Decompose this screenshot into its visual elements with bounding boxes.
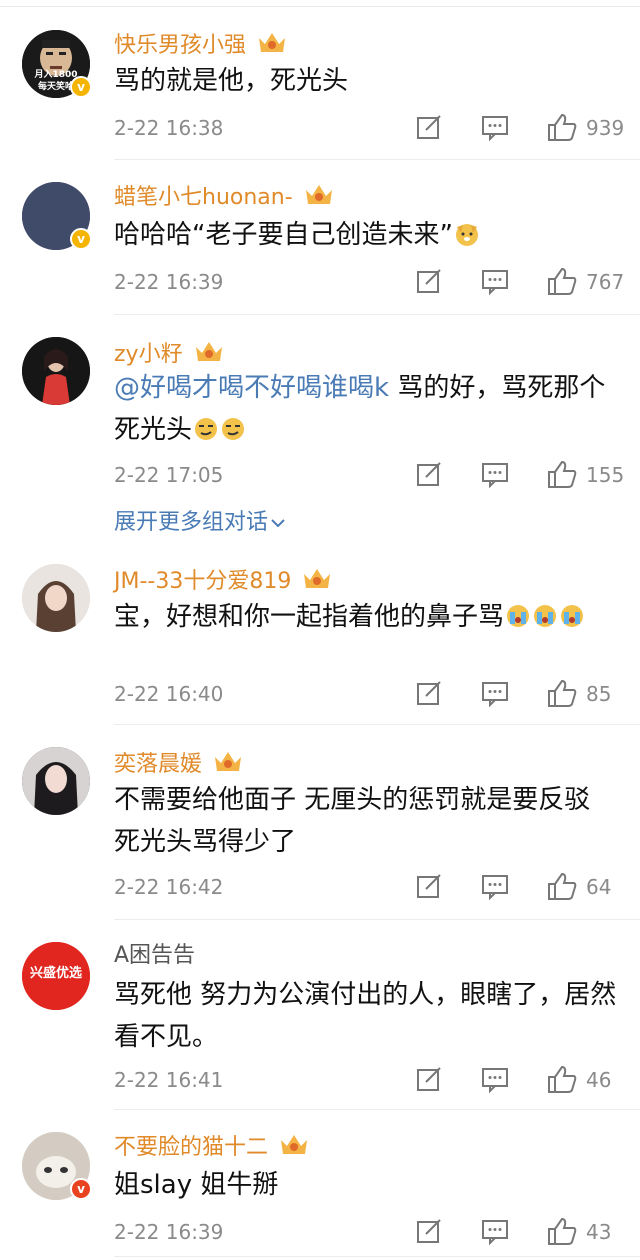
comment-icon[interactable] bbox=[480, 1216, 510, 1246]
crown-badge-icon bbox=[281, 1135, 308, 1154]
like-count: 767 bbox=[586, 270, 625, 294]
edit-share-icon[interactable] bbox=[414, 871, 444, 901]
comment-text: @好喝才喝不好喝谁喝k 骂的好，骂死那个死光头 bbox=[114, 373, 606, 445]
edit-share-icon[interactable] bbox=[414, 112, 444, 142]
doge-emoji-icon bbox=[455, 224, 478, 246]
crown-badge-icon bbox=[305, 185, 332, 204]
comment-meta: 2-22 17:05 155 bbox=[114, 459, 624, 491]
avatar[interactable] bbox=[22, 564, 90, 632]
comment-meta: 2-22 16:40 85 bbox=[114, 678, 620, 710]
username[interactable]: 快乐男孩小强 bbox=[114, 30, 287, 60]
crying-emoji-icon bbox=[534, 605, 557, 627]
comment-text: 骂死他 努力为公演付出的人，眼瞎了，居然看不见。 bbox=[114, 980, 617, 1052]
comment-time: 2-22 16:39 bbox=[114, 1220, 224, 1244]
like-count: 939 bbox=[586, 116, 625, 140]
thumbs-up-icon[interactable] bbox=[546, 459, 578, 489]
verified-v-icon: v bbox=[70, 228, 92, 250]
username[interactable]: JM--33十分爱819 bbox=[114, 566, 332, 596]
comment-icon[interactable] bbox=[480, 871, 510, 901]
comment-text: 骂的就是他，死光头 bbox=[114, 66, 349, 96]
crown-badge-icon bbox=[259, 33, 286, 52]
thumbs-up-icon[interactable] bbox=[546, 266, 578, 296]
crying-emoji-icon bbox=[507, 605, 530, 627]
verified-v-icon: v bbox=[70, 76, 92, 98]
comment-text: 宝，好想和你一起指着他的鼻子骂 bbox=[114, 596, 620, 638]
comment-item: v 不要脸的猫十二 姐slay 姐牛掰 2-22 16:39 43 bbox=[0, 1110, 640, 1260]
divider bbox=[114, 1256, 640, 1257]
comment-time: 2-22 17:05 bbox=[114, 463, 224, 487]
expand-conversation-link[interactable]: 展开更多组对话 bbox=[114, 509, 286, 537]
verified-v-icon: v bbox=[70, 1178, 92, 1200]
thumbs-up-icon[interactable] bbox=[546, 1216, 578, 1246]
comment-text: 哈哈哈“老子要自己创造未来” bbox=[114, 214, 620, 256]
thumbs-up-icon[interactable] bbox=[546, 112, 578, 142]
crown-badge-icon bbox=[304, 569, 331, 588]
like-count: 155 bbox=[586, 463, 625, 487]
crown-badge-icon bbox=[195, 342, 222, 361]
comment-meta: 2-22 16:39 43 bbox=[114, 1216, 620, 1248]
edit-share-icon[interactable] bbox=[414, 459, 444, 489]
avatar-image bbox=[22, 747, 90, 815]
like-count: 46 bbox=[586, 1068, 612, 1092]
comment-item: zy小籽 @好喝才喝不好喝谁喝k 骂的好，骂死那个死光头 2-22 17:05 … bbox=[0, 315, 640, 550]
crown-badge-icon bbox=[215, 752, 242, 771]
edit-share-icon[interactable] bbox=[414, 1216, 444, 1246]
comment-time: 2-22 16:38 bbox=[114, 116, 224, 140]
like-count: 43 bbox=[586, 1220, 612, 1244]
edit-share-icon[interactable] bbox=[414, 266, 444, 296]
avatar-image bbox=[22, 337, 90, 405]
avatar[interactable] bbox=[22, 337, 90, 405]
comment-text: 不需要给他面子 无厘头的惩罚就是要反驳 死光头骂得少了 bbox=[114, 785, 591, 857]
comment-meta: 2-22 16:38 939 bbox=[114, 112, 624, 144]
smirk-emoji-icon bbox=[222, 418, 245, 440]
comment-list: 月入1800 每天笑哈 v 快乐男孩小强 骂的就是他，死光头 2-22 16:3… bbox=[0, 0, 640, 1260]
chevron-down-icon bbox=[271, 519, 285, 528]
username[interactable]: 不要脸的猫十二 bbox=[114, 1132, 309, 1162]
comment-meta: 2-22 16:42 64 bbox=[114, 871, 620, 903]
comment-meta: 2-22 16:41 46 bbox=[114, 1064, 620, 1096]
username[interactable]: zy小籽 bbox=[114, 339, 224, 369]
comment-time: 2-22 16:42 bbox=[114, 875, 224, 899]
comment-meta: 2-22 16:39 767 bbox=[114, 266, 624, 298]
comment-item: 兴盛优选 A困告告 骂死他 努力为公演付出的人，眼瞎了，居然看不见。 2-22 … bbox=[0, 920, 640, 1110]
comment-icon[interactable] bbox=[480, 459, 510, 489]
comment-item: 月入1800 每天笑哈 v 快乐男孩小强 骂的就是他，死光头 2-22 16:3… bbox=[0, 0, 640, 160]
edit-share-icon[interactable] bbox=[414, 1064, 444, 1094]
comment-item: 奕落晨媛 不需要给他面子 无厘头的惩罚就是要反驳 死光头骂得少了 2-22 16… bbox=[0, 725, 640, 920]
comment-icon[interactable] bbox=[480, 112, 510, 142]
comment-time: 2-22 16:41 bbox=[114, 1068, 224, 1092]
avatar-image bbox=[22, 564, 90, 632]
thumbs-up-icon[interactable] bbox=[546, 871, 578, 901]
like-count: 85 bbox=[586, 682, 612, 706]
comment-icon[interactable] bbox=[480, 1064, 510, 1094]
thumbs-up-icon[interactable] bbox=[546, 1064, 578, 1094]
thumbs-up-icon[interactable] bbox=[546, 678, 578, 708]
crying-emoji-icon bbox=[561, 605, 584, 627]
avatar[interactable]: 兴盛优选 bbox=[22, 942, 90, 1010]
comment-time: 2-22 16:39 bbox=[114, 270, 224, 294]
avatar-caption: 兴盛优选 bbox=[29, 966, 82, 981]
comment-icon[interactable] bbox=[480, 266, 510, 296]
comment-item: v 蜡笔小七huonan- 哈哈哈“老子要自己创造未来” 2-22 16:39 … bbox=[0, 160, 640, 315]
comment-icon[interactable] bbox=[480, 678, 510, 708]
comment-item: JM--33十分爱819 宝，好想和你一起指着他的鼻子骂 2-22 16:40 … bbox=[0, 550, 640, 725]
like-count: 64 bbox=[586, 875, 612, 899]
username[interactable]: A困告告 bbox=[114, 942, 195, 970]
username[interactable]: 蜡笔小七huonan- bbox=[114, 182, 334, 212]
avatar[interactable] bbox=[22, 747, 90, 815]
comment-text: 姐slay 姐牛掰 bbox=[114, 1170, 279, 1200]
smirk-emoji-icon bbox=[195, 418, 218, 440]
mention-link[interactable]: @好喝才喝不好喝谁喝k bbox=[114, 373, 389, 403]
username[interactable]: 奕落晨媛 bbox=[114, 749, 243, 779]
comment-time: 2-22 16:40 bbox=[114, 682, 224, 706]
edit-share-icon[interactable] bbox=[414, 678, 444, 708]
